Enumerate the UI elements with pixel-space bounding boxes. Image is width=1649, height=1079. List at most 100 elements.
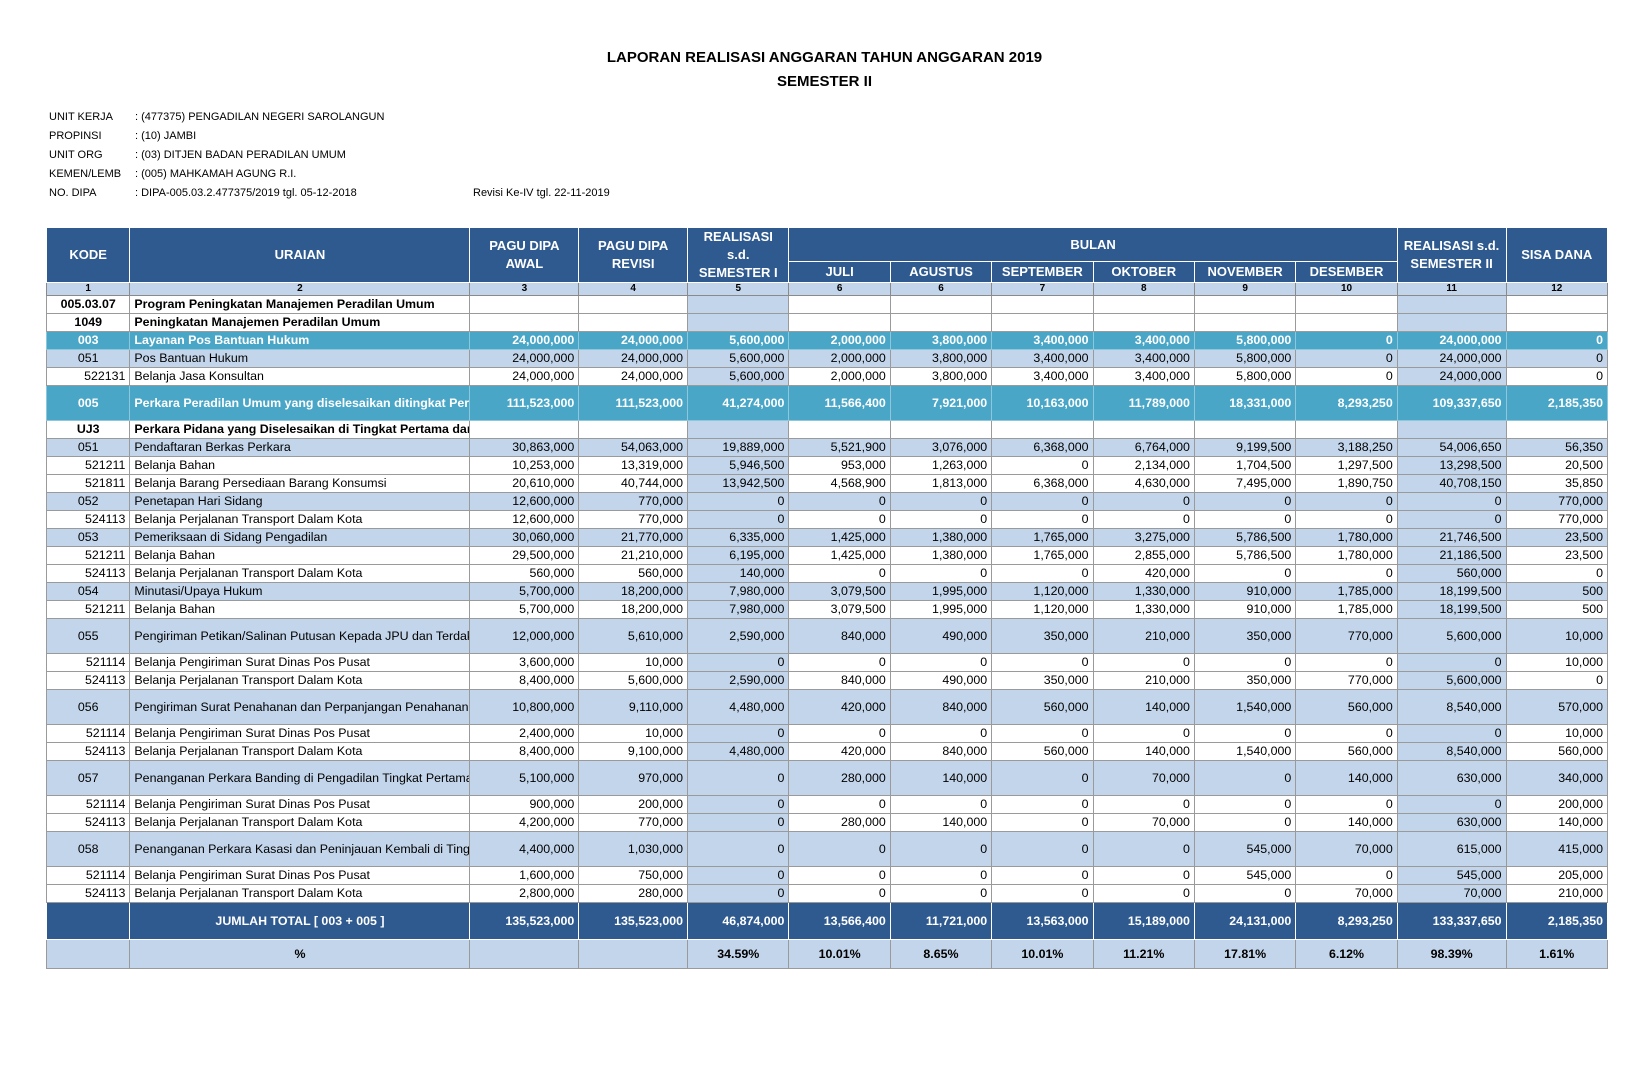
row-value: 0 bbox=[889, 831, 993, 867]
row-value: 840,000 bbox=[889, 689, 993, 725]
row-uraian: Penanganan Perkara Banding di Pengadilan… bbox=[129, 760, 471, 796]
row-value: 0 bbox=[991, 724, 1094, 743]
row-value: 111,523,000 bbox=[578, 385, 689, 421]
row-value: 3,400,000 bbox=[991, 349, 1094, 368]
row-value: 490,000 bbox=[889, 671, 993, 690]
row-value: 10,253,000 bbox=[469, 456, 580, 475]
row-value: 0 bbox=[1092, 510, 1195, 529]
column-number: 12 bbox=[1505, 282, 1608, 296]
row-uraian: Belanja Perjalanan Transport Dalam Kota bbox=[129, 510, 471, 529]
row-value: 1,785,000 bbox=[1295, 600, 1398, 619]
row-value: 210,000 bbox=[1505, 884, 1608, 903]
row-value: 5,600,000 bbox=[1396, 618, 1507, 654]
table-row: 524113 Belanja Perjalanan Transport Dalam… bbox=[45, 564, 1608, 583]
row-value bbox=[1396, 420, 1507, 439]
header-month: NOVEMBER bbox=[1193, 261, 1297, 283]
row-value: 630,000 bbox=[1396, 813, 1507, 832]
row-value: 0 bbox=[1505, 331, 1608, 350]
row-kode: 056 bbox=[45, 689, 131, 725]
row-value: 0 bbox=[687, 831, 790, 867]
row-value: 13,942,500 bbox=[687, 474, 790, 493]
row-value: 0 bbox=[687, 866, 790, 885]
row-value bbox=[1193, 420, 1297, 439]
header-pagu-awal: PAGU DIPA AWAL bbox=[469, 227, 580, 283]
row-value: 0 bbox=[1193, 510, 1297, 529]
row-value: 560,000 bbox=[578, 564, 689, 583]
row-value bbox=[1396, 313, 1507, 332]
row-value: 0 bbox=[889, 564, 993, 583]
row-value: 0 bbox=[1193, 564, 1297, 583]
row-kode: 521211 bbox=[45, 456, 131, 475]
header-month: SEPTEMBER bbox=[991, 261, 1094, 283]
row-value: 24,000,000 bbox=[578, 367, 689, 386]
row-value: 0 bbox=[788, 884, 891, 903]
row-value: 1,120,000 bbox=[991, 582, 1094, 601]
row-value: 560,000 bbox=[991, 689, 1094, 725]
row-value: 560,000 bbox=[991, 742, 1094, 761]
row-value: 8,400,000 bbox=[469, 742, 580, 761]
row-value: 0 bbox=[687, 795, 790, 814]
row-value bbox=[1295, 420, 1398, 439]
row-uraian: Belanja Perjalanan Transport Dalam Kota bbox=[129, 742, 471, 761]
row-value: 953,000 bbox=[788, 456, 891, 475]
row-value: 5,600,000 bbox=[578, 671, 689, 690]
row-value: 5,600,000 bbox=[687, 367, 790, 386]
row-value: 30,863,000 bbox=[469, 438, 580, 457]
row-value: 1,780,000 bbox=[1295, 528, 1398, 547]
row-value: 2,000,000 bbox=[788, 367, 891, 386]
percent-value: 17.81% bbox=[1193, 939, 1297, 969]
row-value bbox=[889, 313, 993, 332]
report-title: LAPORAN REALISASI ANGGARAN TAHUN ANGGARA… bbox=[606, 49, 1043, 66]
table-row: 521114 Belanja Pengiriman Surat Dinas Pos… bbox=[45, 795, 1608, 814]
row-value: 1,425,000 bbox=[788, 546, 891, 565]
column-number: 8 bbox=[1092, 282, 1195, 296]
row-value: 40,708,150 bbox=[1396, 474, 1507, 493]
header-sisa-dana: SISA DANA bbox=[1505, 227, 1608, 283]
row-value: 0 bbox=[1092, 866, 1195, 885]
row-value: 5,700,000 bbox=[469, 600, 580, 619]
column-number: 6 bbox=[889, 282, 993, 296]
row-value: 0 bbox=[1295, 331, 1398, 350]
row-value: 0 bbox=[991, 831, 1094, 867]
row-value: 1,425,000 bbox=[788, 528, 891, 547]
row-value: 111,523,000 bbox=[469, 385, 580, 421]
row-value: 41,274,000 bbox=[687, 385, 790, 421]
row-value: 1,380,000 bbox=[889, 528, 993, 547]
row-value: 19,889,000 bbox=[687, 438, 790, 457]
table-row: 521811 Belanja Barang Persediaan Barang K… bbox=[45, 474, 1608, 493]
row-value: 0 bbox=[1396, 724, 1507, 743]
row-value: 0 bbox=[788, 724, 891, 743]
row-value: 4,200,000 bbox=[469, 813, 580, 832]
table-row: 057 Penanganan Perkara Banding di Pengadi… bbox=[45, 760, 1608, 796]
row-value: 70,000 bbox=[1295, 831, 1398, 867]
percent-value: 10.01% bbox=[788, 939, 891, 969]
row-value: 1,765,000 bbox=[991, 528, 1094, 547]
row-value: 24,000,000 bbox=[578, 331, 689, 350]
meta-value: : (03) DITJEN BADAN PERADILAN UMUM bbox=[135, 149, 346, 161]
meta-line: UNIT KERJA: (477375) PENGADILAN NEGERI S… bbox=[49, 110, 384, 124]
row-value: 910,000 bbox=[1193, 582, 1297, 601]
row-kode: 524113 bbox=[45, 564, 131, 583]
row-value: 70,000 bbox=[1092, 760, 1195, 796]
row-value: 3,600,000 bbox=[469, 653, 580, 672]
row-value bbox=[1193, 313, 1297, 332]
row-value: 12,000,000 bbox=[469, 618, 580, 654]
row-kode: 1049 bbox=[45, 313, 131, 332]
row-value: 0 bbox=[1092, 795, 1195, 814]
row-value: 0 bbox=[1092, 724, 1195, 743]
row-value: 70,000 bbox=[1092, 813, 1195, 832]
row-value: 24,000,000 bbox=[469, 349, 580, 368]
row-uraian: Perkara Peradilan Umum yang diselesaikan… bbox=[129, 385, 471, 421]
row-value: 545,000 bbox=[1396, 866, 1507, 885]
row-value: 0 bbox=[991, 492, 1094, 511]
row-value: 6,368,000 bbox=[991, 438, 1094, 457]
row-value: 10,163,000 bbox=[991, 385, 1094, 421]
header-month: OKTOBER bbox=[1092, 261, 1195, 283]
row-value: 23,500 bbox=[1505, 528, 1608, 547]
row-uraian: Pos Bantuan Hukum bbox=[129, 349, 471, 368]
row-value bbox=[788, 420, 891, 439]
row-value: 3,275,000 bbox=[1092, 528, 1195, 547]
row-value: 9,100,000 bbox=[578, 742, 689, 761]
total-value: 15,189,000 bbox=[1092, 902, 1195, 940]
row-value: 560,000 bbox=[1396, 564, 1507, 583]
